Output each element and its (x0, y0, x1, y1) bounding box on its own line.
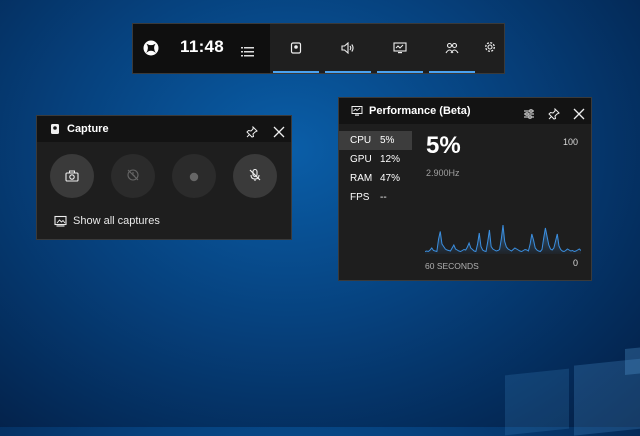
active-indicator (325, 71, 371, 73)
active-indicator (273, 71, 319, 73)
cpu-usage-graph (425, 224, 581, 254)
capture-widget-icon (290, 39, 302, 58)
start-recording-button[interactable] (172, 154, 216, 198)
game-bar-home: 11:48 (133, 24, 270, 73)
record-last-icon (126, 167, 140, 186)
metric-row-gpu[interactable]: GPU 12% (339, 150, 412, 169)
active-indicator (377, 71, 423, 73)
close-icon[interactable] (573, 105, 585, 124)
pin-icon[interactable] (548, 105, 560, 124)
capture-buttons (50, 154, 277, 198)
performance-title: Performance (Beta) (369, 105, 471, 117)
widget-toolbar (270, 24, 504, 73)
metric-value: 12% (380, 154, 401, 165)
metric-name: CPU (350, 135, 372, 146)
cpu-clock-speed: 2.900Hz (426, 168, 460, 178)
graph-max-label: 100 (562, 137, 578, 147)
capture-widget-button[interactable] (270, 24, 322, 73)
mic-toggle-button[interactable] (233, 154, 277, 198)
gear-icon (483, 39, 497, 58)
selected-metric-value: 5% (426, 132, 461, 159)
metric-value: 5% (380, 135, 395, 146)
metric-row-ram[interactable]: RAM 47% (339, 169, 412, 188)
mic-off-icon (248, 167, 262, 186)
desktop-windows-logo-pane (625, 346, 640, 376)
graph-duration-label: 60 SECONDS (425, 261, 479, 271)
performance-widget-icon (393, 39, 407, 58)
social-widget-button[interactable] (426, 24, 478, 73)
show-all-captures-link[interactable]: Show all captures (54, 215, 160, 227)
metric-row-fps[interactable]: FPS -- (339, 188, 412, 207)
capture-widget-icon (49, 123, 61, 135)
xbox-icon[interactable] (143, 40, 159, 56)
show-all-captures-label: Show all captures (73, 215, 160, 227)
active-indicator (429, 71, 475, 73)
metric-name: FPS (350, 192, 370, 203)
performance-widget-icon (351, 105, 363, 117)
capture-header[interactable]: Capture (37, 116, 291, 142)
metric-value: 47% (380, 173, 401, 184)
performance-header[interactable]: Performance (Beta) (339, 98, 591, 124)
pin-icon[interactable] (246, 123, 258, 142)
capture-title: Capture (67, 123, 109, 135)
camera-icon (65, 167, 79, 186)
desktop-windows-logo-pane (505, 368, 569, 436)
menu-icon[interactable] (241, 43, 254, 57)
record-last-30s-button[interactable] (111, 154, 155, 198)
options-icon[interactable] (523, 105, 535, 124)
metric-name: RAM (350, 173, 373, 184)
metric-value: -- (380, 192, 387, 203)
game-bar: 11:48 (132, 23, 505, 74)
audio-widget-button[interactable] (322, 24, 374, 73)
record-icon (189, 167, 199, 186)
settings-button[interactable] (480, 38, 500, 58)
social-widget-icon (445, 39, 459, 58)
audio-widget-icon (341, 39, 355, 58)
graph-min-label: 0 (572, 258, 578, 268)
capture-widget: Capture Show all captures (36, 115, 292, 240)
close-icon[interactable] (273, 123, 285, 142)
gallery-icon (54, 215, 67, 227)
performance-widget-button[interactable] (374, 24, 426, 73)
metric-list: CPU 5% GPU 12% RAM 47% FPS -- (339, 131, 412, 207)
screenshot-button[interactable] (50, 154, 94, 198)
clock: 11:48 (180, 37, 225, 56)
metric-name: GPU (350, 154, 372, 165)
metric-row-cpu[interactable]: CPU 5% (339, 131, 412, 150)
performance-widget: Performance (Beta) CPU 5% GPU 12% RAM 47… (338, 97, 592, 281)
